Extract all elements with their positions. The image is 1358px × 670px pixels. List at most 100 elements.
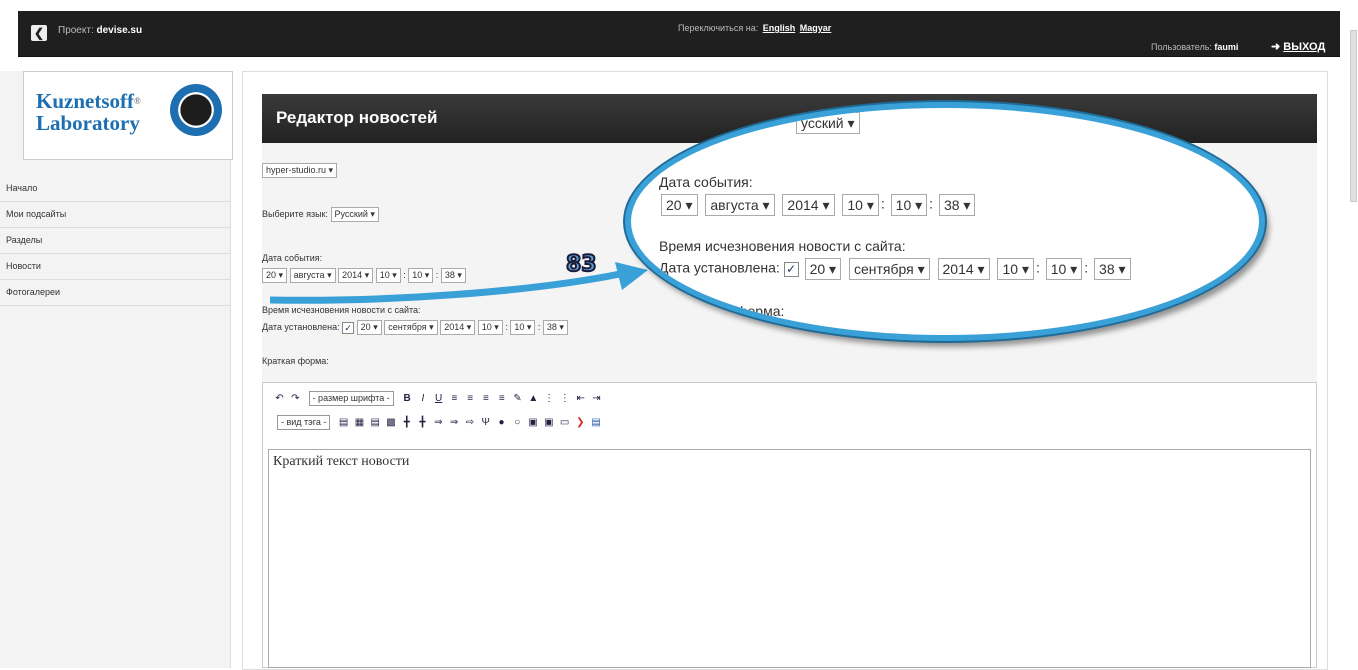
callout-expire-day[interactable]: 20 [804,258,842,280]
outdent-icon[interactable]: ⇤ [575,393,586,404]
logo-seal-icon [170,84,222,136]
callout-event-hour[interactable]: 10 [842,194,879,216]
user-info: Пользователь: faumi [1151,42,1238,52]
image-upload-icon[interactable]: ▣ [543,417,554,428]
zoom-callout: усский Дата события: 20 августа 2014 10:… [625,102,1265,341]
logo-text: Kuznetsoff® Laboratory [36,89,141,135]
delete-row-icon[interactable]: ╋ [417,417,428,428]
sidebar-item-galleries[interactable]: Фотогалереи [0,280,230,306]
short-text-area[interactable]: Краткий текст новости [268,449,1311,668]
callout-event-min[interactable]: 10 [890,194,928,216]
top-bar: ❮ Проект: devise.su Переключиться на: En… [18,11,1340,57]
italic-icon[interactable]: I [417,393,428,404]
callout-expire-month[interactable]: сентября [848,258,930,280]
callout-expire-row: Дата установлена: ✓ 20 сентября 2014 10:… [659,258,1133,280]
lang-label: Выберите язык: [262,208,328,219]
highlight-icon[interactable]: ✎ [512,393,523,404]
numbered-list-icon[interactable]: ⋮ [559,393,570,404]
callout-event-label: Дата события: [659,174,753,190]
font-size-select[interactable]: - размер шрифта - [308,391,394,406]
underline-icon[interactable]: U [433,393,444,404]
sidebar-item-sections[interactable]: Разделы [0,228,230,254]
step-badge: 83 [565,251,598,278]
table-edit-icon[interactable]: ▦ [354,417,365,428]
callout-expire-sec[interactable]: 38 [1094,258,1131,280]
sidebar: Kuznetsoff® Laboratory Начало Мои подсай… [0,71,233,668]
page-title: Редактор новостей [276,108,438,127]
bullet-list-icon[interactable]: ⋮ [544,393,555,404]
link-icon[interactable]: ● [496,417,507,428]
split-cell-icon[interactable]: ⇨ [464,417,475,428]
project-name[interactable]: devise.su [97,25,143,36]
table-props-icon[interactable]: ▤ [370,417,381,428]
callout-lang-row: усский [794,112,862,134]
callout-expire-hour[interactable]: 10 [997,258,1034,280]
bold-icon[interactable]: B [402,393,413,404]
callout-event-year[interactable]: 2014 [782,194,835,216]
user-label: Пользователь: [1151,42,1212,52]
switch-label: Переключиться на: [678,23,759,33]
image-icon[interactable]: ▣ [528,417,539,428]
logo-line2: Laboratory [36,111,140,135]
tag-select[interactable]: - вид тэга - [277,415,331,430]
indent-icon[interactable]: ⇥ [591,393,602,404]
callout-expire-label: Время исчезновения новости с сайта: [659,238,906,254]
callout-date-set-label: Дата установлена: [659,259,780,276]
callout-event-month[interactable]: августа [705,194,775,216]
short-form-label: Краткая форма: [262,356,329,366]
expire-month-select[interactable]: сентября [384,320,438,335]
expire-date-row: Дата установлена: ✓ 20 сентября 2014 10 … [262,320,568,335]
expire-hour-select[interactable]: 10 [477,320,503,335]
expire-day-select[interactable]: 20 [356,320,382,335]
align-left-icon[interactable]: ≡ [449,393,460,404]
insert-row-icon[interactable]: ╋ [401,417,412,428]
project-info: Проект: devise.su [58,25,142,36]
date-set-checkbox[interactable]: ✓ [342,321,355,334]
lang-english-link[interactable]: English [763,23,796,33]
insert-col-icon[interactable]: ⇒ [433,417,444,428]
file-icon[interactable]: ▭ [559,417,570,428]
callout-expire-year[interactable]: 2014 [937,258,990,280]
lang-select[interactable]: Русский [330,207,379,222]
align-justify-icon[interactable]: ≡ [496,393,507,404]
callout-lang-select[interactable]: усский [796,112,860,134]
sidebar-item-subsites[interactable]: Мои подсайты [0,202,230,228]
undo-icon[interactable]: ↶ [274,393,285,404]
table-icon[interactable]: ▤ [338,417,349,428]
language-switch: Переключиться на: English Magyar [678,23,831,33]
flash-icon[interactable]: ❯ [575,417,586,428]
sidebar-item-news[interactable]: Новости [0,254,230,280]
toolbar-row-2: - вид тэга - ▤ ▦ ▤ ▩ ╋ ╋ ⇒ ⇒ ⇨ Ψ ● ○ ▣ ▣… [273,415,603,430]
callout-short-form-fragment: форма: [736,303,785,319]
date-set-label: Дата установлена: [262,321,340,332]
scrollbar[interactable] [1350,30,1357,202]
lang-magyar-link[interactable]: Magyar [800,23,832,33]
callout-event-row: 20 августа 2014 10: 10: 38 [659,194,977,216]
cell-props-icon[interactable]: ▩ [386,417,397,428]
language-row: Выберите язык: Русский [262,207,379,222]
site-select-row: hyper-studio.ru [262,163,338,178]
user-name: faumi [1214,42,1239,52]
expire-sec-select[interactable]: 38 [542,320,568,335]
special-char-icon[interactable]: Ψ [480,417,491,428]
expire-year-select[interactable]: 2014 [440,320,476,335]
callout-event-sec[interactable]: 38 [938,194,976,216]
font-color-icon[interactable]: ▲ [528,393,539,404]
arrow-right-icon: ➜ [1271,41,1281,53]
callout-expire-min[interactable]: 10 [1045,258,1083,280]
expire-min-select[interactable]: 10 [510,320,536,335]
back-arrow-icon[interactable]: ❮ [31,25,47,41]
anchor-icon[interactable]: ○ [512,417,523,428]
redo-icon[interactable]: ↷ [290,393,301,404]
align-center-icon[interactable]: ≡ [465,393,476,404]
media-icon[interactable]: ▤ [591,417,602,428]
callout-date-set-checkbox[interactable]: ✓ [783,261,799,277]
logo[interactable]: Kuznetsoff® Laboratory [23,71,233,160]
site-select[interactable]: hyper-studio.ru [262,163,338,178]
delete-col-icon[interactable]: ⇒ [449,417,460,428]
callout-event-day[interactable]: 20 [661,194,698,216]
align-right-icon[interactable]: ≡ [480,393,491,404]
logout-link[interactable]: ➜ ВЫХОД [1271,40,1325,53]
logo-line1: Kuznetsoff [36,89,134,113]
sidebar-item-home[interactable]: Начало [0,176,230,202]
